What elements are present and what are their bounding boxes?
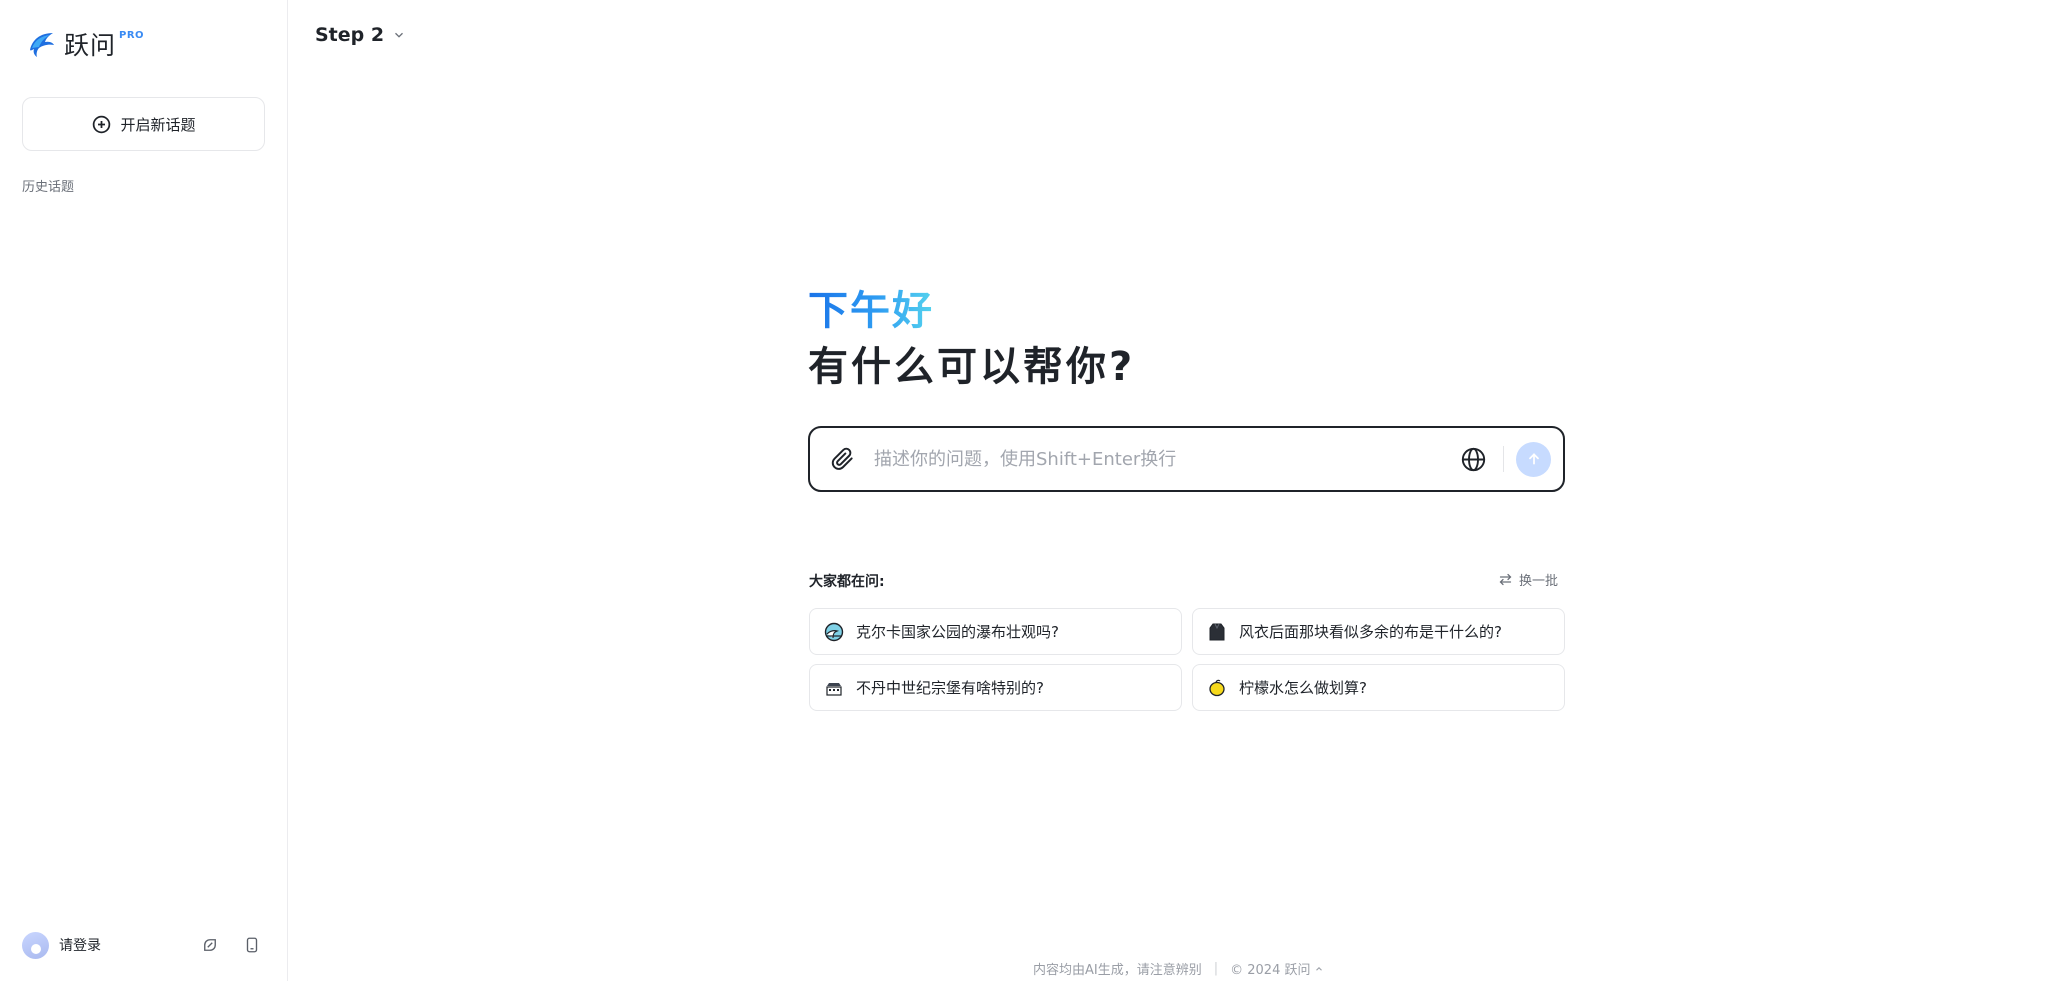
suggestion-card[interactable]: 柠檬水怎么做划算? bbox=[1192, 664, 1565, 711]
refresh-suggestions-button[interactable]: 换一批 bbox=[1498, 570, 1558, 589]
arrow-up-icon bbox=[1528, 453, 1539, 465]
castle-icon bbox=[824, 678, 844, 698]
footer: 内容均由AI生成，请注意辨别 | © 2024 跃问 bbox=[1033, 959, 1324, 978]
brand-name: 跃问 bbox=[64, 31, 117, 60]
new-topic-button[interactable]: 开启新话题 bbox=[22, 97, 265, 151]
chevron-down-icon bbox=[395, 32, 404, 38]
suggestion-text: 柠檬水怎么做划算? bbox=[1239, 679, 1367, 697]
history-section-label: 历史话题 bbox=[22, 180, 75, 195]
sidebar-footer: 请登录 bbox=[22, 930, 265, 960]
suggestion-card[interactable]: 不丹中世纪宗堡有啥特别的? bbox=[809, 664, 1182, 711]
page-title: 有什么可以帮你? bbox=[808, 344, 1136, 390]
ai-disclaimer: 内容均由AI生成，请注意辨别 bbox=[1033, 963, 1202, 978]
chat-input-box bbox=[808, 426, 1565, 492]
pro-badge: PRO bbox=[119, 30, 145, 41]
feedback-icon[interactable] bbox=[201, 936, 219, 954]
greeting-text: 下午好 bbox=[808, 278, 934, 336]
sidebar: 跃问 PRO 开启新话题 历史话题 请登录 bbox=[0, 0, 288, 981]
login-link[interactable]: 请登录 bbox=[59, 935, 101, 955]
waterfall-icon bbox=[824, 622, 844, 642]
brand-logo[interactable]: 跃问 PRO bbox=[26, 26, 144, 62]
web-search-toggle-icon[interactable] bbox=[1460, 446, 1487, 473]
new-topic-label: 开启新话题 bbox=[120, 115, 196, 134]
refresh-label: 换一批 bbox=[1519, 574, 1559, 589]
footer-separator: | bbox=[1213, 961, 1219, 976]
model-selector[interactable]: Step 2 bbox=[315, 24, 406, 46]
send-button[interactable] bbox=[1516, 441, 1551, 477]
suggestion-text: 风衣后面那块看似多余的布是干什么的? bbox=[1239, 623, 1502, 641]
attachment-icon[interactable] bbox=[830, 446, 856, 472]
avatar[interactable] bbox=[22, 931, 49, 959]
sidebar-footer-actions bbox=[201, 936, 265, 954]
suggestion-text: 不丹中世纪宗堡有啥特别的? bbox=[856, 679, 1044, 697]
lemon-icon bbox=[1207, 678, 1227, 698]
suggestion-card[interactable]: 克尔卡国家公园的瀑布壮观吗? bbox=[809, 608, 1182, 655]
swap-icon bbox=[1499, 573, 1512, 586]
chevron-up-icon[interactable] bbox=[1314, 964, 1324, 974]
chat-input[interactable] bbox=[874, 448, 1460, 470]
dolphin-logo-icon bbox=[30, 33, 54, 57]
mobile-app-icon[interactable] bbox=[243, 936, 261, 954]
input-divider bbox=[1503, 446, 1504, 472]
model-name: Step 2 bbox=[315, 24, 385, 46]
copyright[interactable]: © 2024 跃问 bbox=[1230, 959, 1310, 978]
add-circle-icon bbox=[93, 115, 111, 133]
coat-icon bbox=[1207, 622, 1227, 642]
suggestion-card[interactable]: 风衣后面那块看似多余的布是干什么的? bbox=[1192, 608, 1565, 655]
popular-questions-label: 大家都在问: bbox=[809, 574, 885, 590]
suggestion-text: 克尔卡国家公园的瀑布壮观吗? bbox=[856, 623, 1059, 641]
